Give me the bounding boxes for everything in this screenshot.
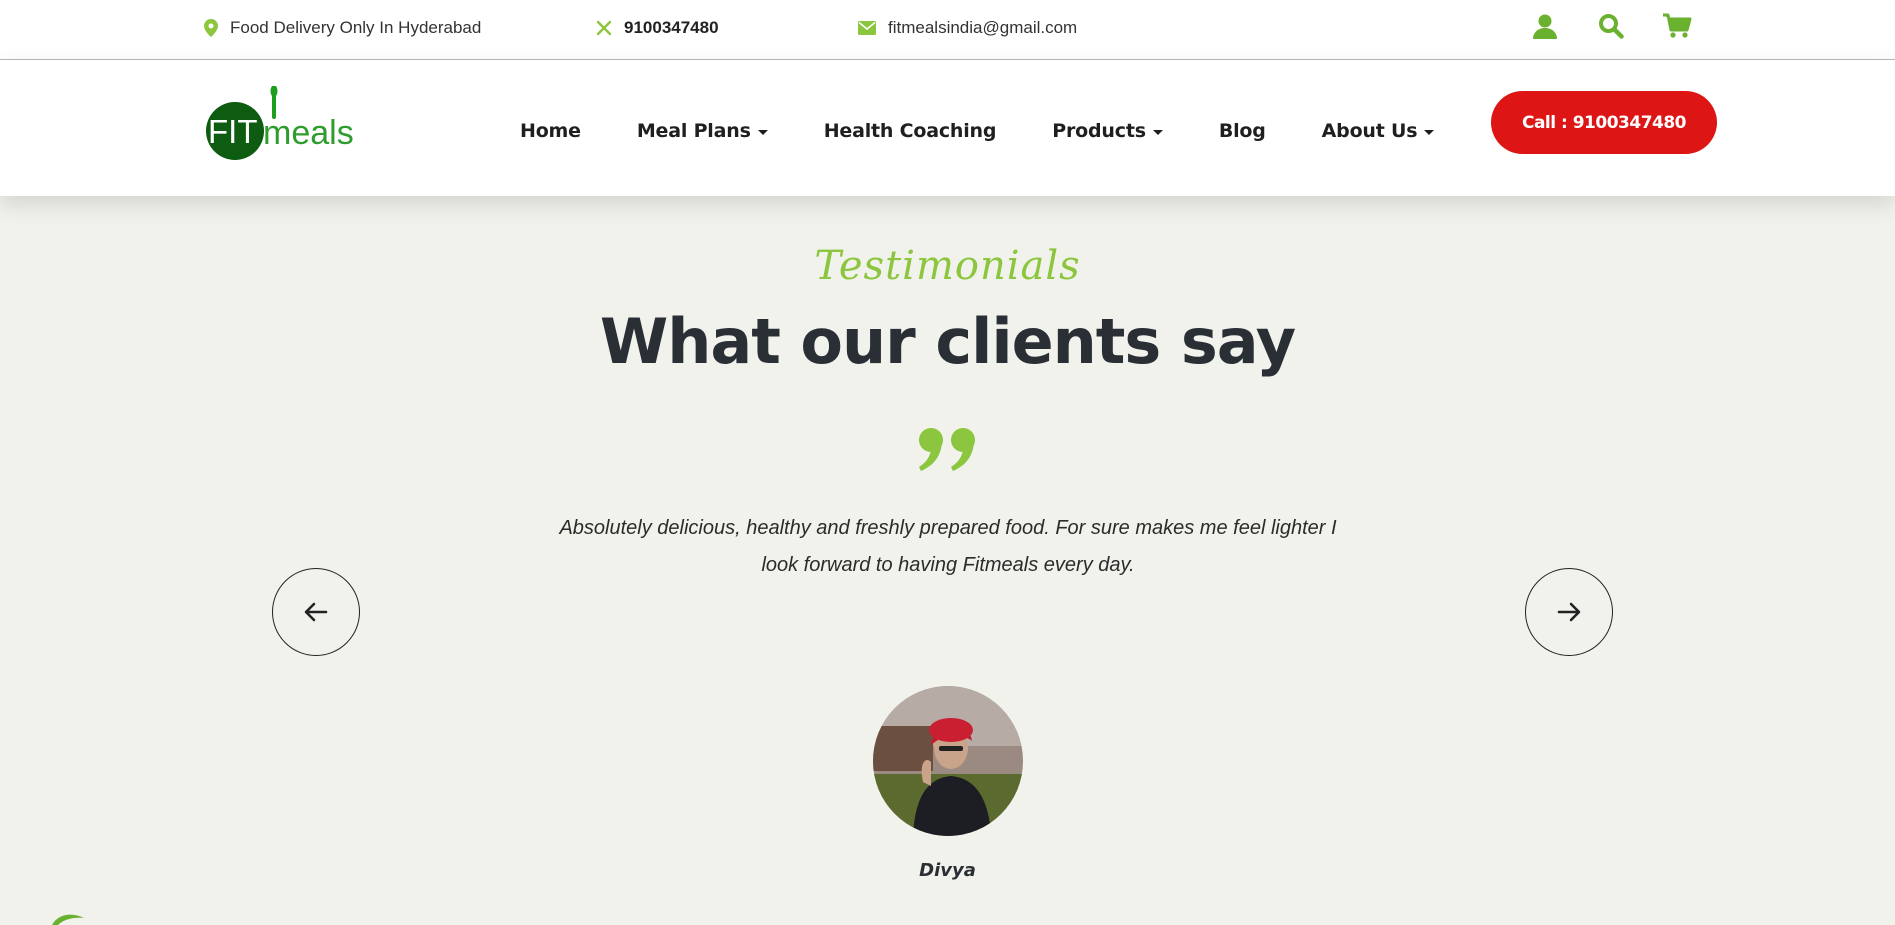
section-eyebrow: Testimonials <box>814 243 1081 289</box>
delivery-location: Food Delivery Only In Hyderabad <box>204 18 481 38</box>
quote-mark-icon <box>918 426 980 472</box>
section-title: What our clients say <box>599 305 1296 378</box>
arrow-right-icon <box>1557 602 1581 622</box>
caret-down-icon <box>1424 129 1435 135</box>
previous-testimonial-button[interactable] <box>272 568 360 656</box>
top-phone-text: 9100347480 <box>624 18 719 37</box>
nav-products[interactable]: Products <box>1052 120 1163 142</box>
caret-down-icon <box>757 129 768 135</box>
nav-about-us-label: About Us <box>1321 120 1418 142</box>
next-testimonial-button[interactable] <box>1525 568 1613 656</box>
user-icon[interactable] <box>1530 11 1560 41</box>
nav-home[interactable]: Home <box>520 120 581 142</box>
testimonial-quote: Absolutely delicious, healthy and freshl… <box>559 517 1337 576</box>
location-pin-icon <box>204 19 218 37</box>
primary-nav: Home Meal Plans Health Coaching Products… <box>520 120 1490 142</box>
nav-meal-plans-label: Meal Plans <box>636 120 751 142</box>
nav-health-coaching[interactable]: Health Coaching <box>824 120 997 142</box>
svg-text:FIT: FIT <box>208 113 257 150</box>
arrow-left-icon <box>304 602 328 622</box>
client-avatar <box>873 686 1023 836</box>
delivery-location-text: Food Delivery Only In Hyderabad <box>230 18 482 37</box>
nav-health-coaching-label: Health Coaching <box>823 120 997 142</box>
nav-products-label: Products <box>1052 120 1146 142</box>
fitmeals-logo[interactable]: FIT meals <box>206 85 354 164</box>
top-email-text: fitmealsindia@gmail.com <box>888 18 1078 37</box>
top-info-bar: Food Delivery Only In Hyderabad 91003474… <box>0 0 1895 60</box>
leaf-decoration-icon <box>48 912 88 925</box>
top-phone[interactable]: 9100347480 <box>596 18 719 38</box>
nav-blog-label: Blog <box>1218 120 1266 142</box>
search-icon[interactable] <box>1596 11 1626 41</box>
call-button[interactable]: Call : 9100347480 <box>1491 91 1717 154</box>
nav-blog[interactable]: Blog <box>1219 120 1266 142</box>
caret-down-icon <box>1152 129 1163 135</box>
envelope-icon <box>858 21 876 35</box>
nav-home-label: Home <box>520 120 581 142</box>
nav-about-us[interactable]: About Us <box>1322 120 1435 142</box>
client-name: Divya <box>919 860 976 881</box>
phone-icon <box>596 20 612 36</box>
main-navbar: FIT meals Home Meal Plans Health Coachin… <box>0 60 1895 196</box>
header-action-icons <box>1530 11 1692 41</box>
top-email[interactable]: fitmealsindia@gmail.com <box>858 18 1077 38</box>
nav-meal-plans[interactable]: Meal Plans <box>637 120 768 142</box>
svg-text:meals: meals <box>263 114 354 152</box>
cart-icon[interactable] <box>1662 11 1692 41</box>
